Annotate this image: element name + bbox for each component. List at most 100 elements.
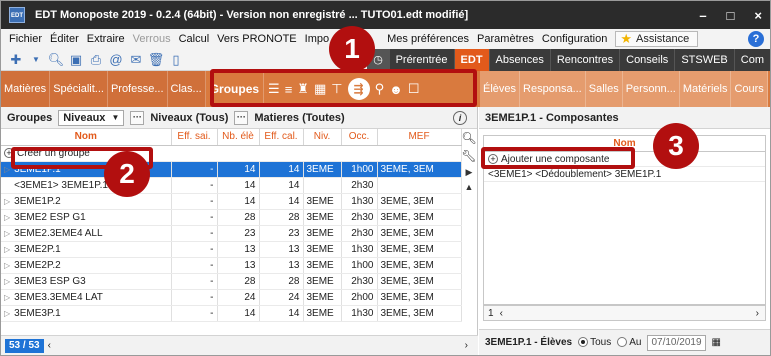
col-niv[interactable]: Niv. — [303, 129, 342, 146]
menu-verrous[interactable]: Verrous — [129, 33, 175, 45]
matieres-options-button[interactable]: ··· — [234, 110, 249, 125]
table-row[interactable]: ▷ 3EME1P.1-14 14 3EME 1h00 3EME, 3EM — [1, 161, 462, 178]
menu-configuration[interactable]: Configuration — [538, 33, 611, 45]
table-row[interactable]: ▷ 3EME2 ESP G1-28 28 3EME 2h30 3EME, 3EM — [1, 209, 462, 226]
table-row[interactable]: ▷ 3EME3 ESP G3-28 28 3EME 2h30 3EME, 3EM — [1, 273, 462, 290]
split-view-icon[interactable]: ⇶ — [347, 78, 370, 100]
col-eff-cal[interactable]: Eff. cal. — [259, 129, 304, 146]
menu-fichier[interactable]: Fichier — [5, 33, 46, 45]
nav-specialites[interactable]: Spécialit... — [50, 71, 108, 107]
list-view-icon[interactable]: ☰ — [268, 81, 280, 97]
export-icon[interactable]: ▯ — [167, 51, 185, 69]
nav-matieres[interactable]: Matières — [1, 71, 51, 107]
table-row[interactable]: ▷ 3EME2P.2-13 13 3EME 1h00 3EME, 3EM — [1, 257, 462, 274]
hierarchy-icon[interactable]: ♜ — [297, 81, 309, 97]
mail-icon[interactable]: ✉ — [127, 51, 145, 69]
expand-icon[interactable]: ▷ — [4, 213, 10, 222]
expand-icon[interactable]: ▷ — [4, 293, 10, 302]
table-row[interactable]: ▷ 3EME3.3EME4 LAT -24 24 3EME 2h00 3EME, 3EM — [1, 289, 462, 306]
nav-materiels[interactable]: Matériels — [679, 71, 732, 107]
new-file-icon[interactable]: ✚ — [7, 51, 25, 69]
cell-occ: 2h30 — [341, 177, 378, 194]
wrench-icon[interactable]: 🔧︎ — [461, 149, 476, 163]
trash-icon[interactable]: 🗑︎ — [147, 51, 165, 69]
expand-icon[interactable]: ▷ — [4, 245, 10, 254]
menu-preferences[interactable]: Mes préférences — [383, 33, 473, 45]
nav-classes[interactable]: Clas... — [167, 71, 206, 107]
person-box-icon[interactable]: ☐ — [408, 81, 420, 97]
col-occ[interactable]: Occ. — [341, 129, 378, 146]
nav-personnels[interactable]: Personn... — [622, 71, 680, 107]
email-icon[interactable]: @ — [107, 51, 125, 69]
search-icon[interactable]: 🔍︎ — [47, 51, 65, 69]
tab-edt[interactable]: EDT — [453, 49, 489, 71]
table-row[interactable]: ▷ 3EME1P.2-14 14 3EME 1h30 3EME, 3EM — [1, 193, 462, 210]
radio-au[interactable]: Au — [617, 337, 641, 348]
list-alt-icon[interactable]: ≡ — [285, 82, 293, 97]
expand-icon[interactable]: ▷ — [4, 261, 10, 270]
nav-eleves[interactable]: Élèves — [480, 71, 521, 107]
create-group-row[interactable]: + Créer un groupe — [1, 145, 462, 162]
tab-rencontres[interactable]: Rencontres — [549, 49, 620, 71]
scroll-left-icon[interactable]: ‹ — [500, 308, 503, 319]
expand-icon[interactable]: ▷ — [4, 309, 10, 318]
link-icon[interactable]: ⚲ — [375, 81, 385, 97]
add-component-row[interactable]: + Ajouter une composante — [484, 152, 765, 167]
calendar-icon[interactable]: ▦ — [712, 337, 721, 348]
maximize-button[interactable]: □ — [727, 8, 735, 23]
niveaux-select[interactable]: Niveaux ▼ — [58, 109, 125, 126]
expand-icon[interactable]: ▷ — [4, 197, 10, 206]
expand-icon[interactable]: ▷ — [4, 277, 10, 286]
menu-extraire[interactable]: Extraire — [83, 33, 129, 45]
tab-absences[interactable]: Absences — [488, 49, 550, 71]
timeline-icon[interactable]: ⊤ — [331, 81, 342, 97]
col-nb-eleves[interactable]: Nb. élè — [217, 129, 260, 146]
col-mef[interactable]: MEF — [377, 129, 462, 146]
tab-prerentree[interactable]: Prérentrée — [388, 49, 454, 71]
nav-cours[interactable]: Cours — [731, 71, 768, 107]
nav-salles[interactable]: Salles — [585, 71, 623, 107]
save-icon[interactable]: ▣ — [67, 51, 85, 69]
table-row[interactable]: ▷ 3EME2.3EME4 ALL -23 23 3EME 2h30 3EME, 3EM — [1, 225, 462, 242]
print-icon[interactable]: ⎙ — [87, 51, 105, 69]
expand-icon[interactable]: ▷ — [4, 229, 10, 238]
niveaux-options-button[interactable]: ··· — [130, 110, 145, 125]
tab-stsweb[interactable]: STSWEB — [674, 49, 734, 71]
col-nom-composante[interactable]: Nom — [484, 136, 765, 152]
table-row[interactable]: ▷ 3EME3P.1-14 14 3EME 1h30 3EME, 3EM — [1, 305, 462, 322]
grid-icon[interactable]: ▦ — [314, 81, 326, 97]
info-icon[interactable]: i — [453, 111, 467, 125]
dropdown-arrow-icon[interactable]: ▼ — [27, 51, 45, 69]
menu-parametres[interactable]: Paramètres — [473, 33, 538, 45]
search-icon[interactable]: 🔍︎ — [461, 131, 476, 145]
menu-calcul[interactable]: Calcul — [175, 33, 214, 45]
table-row[interactable]: ▷ 3EME2P.1-13 13 3EME 1h30 3EME, 3EM — [1, 241, 462, 258]
tab-com[interactable]: Com — [733, 49, 770, 71]
assistance-button[interactable]: ★ Assistance — [615, 31, 699, 47]
play-icon[interactable]: ▶ — [466, 167, 473, 178]
expand-icon[interactable]: ▷ — [4, 165, 10, 174]
menu-editer[interactable]: Éditer — [46, 33, 83, 45]
scroll-right-icon[interactable]: › — [756, 308, 759, 319]
menu-vers-pronote[interactable]: Vers PRONOTE — [213, 33, 300, 45]
person-icon[interactable]: ☻ — [389, 82, 403, 97]
help-icon[interactable]: ? — [748, 31, 764, 47]
menu-importer[interactable]: Impo — [301, 33, 333, 45]
tab-conseils[interactable]: Conseils — [619, 49, 675, 71]
nav-responsables[interactable]: Responsa... — [520, 71, 586, 107]
nav-groupes[interactable]: Groupes — [205, 71, 265, 107]
cell-eff-sai: - — [171, 241, 218, 258]
minimize-button[interactable]: – — [699, 8, 706, 23]
radio-tous[interactable]: Tous — [578, 337, 611, 348]
scroll-up-icon[interactable]: ▲ — [465, 182, 474, 192]
composantes-hscroll[interactable]: 1 ‹ › — [483, 305, 766, 321]
scroll-left-icon[interactable]: ‹ — [48, 340, 51, 351]
nav-professeurs[interactable]: Professe... — [107, 71, 168, 107]
col-eff-sai[interactable]: Eff. sai. — [171, 129, 218, 146]
list-item[interactable]: <3EME1> <Dédoublement> 3EME1P.1 — [484, 167, 765, 182]
scroll-right-icon[interactable]: › — [465, 340, 468, 351]
table-row[interactable]: ▷<3EME1> 3EME1P.1-14142h30 — [1, 177, 462, 194]
col-nom[interactable]: Nom — [1, 129, 172, 146]
date-field[interactable]: 07/10/2019 — [647, 334, 706, 351]
close-button[interactable]: × — [754, 8, 762, 23]
